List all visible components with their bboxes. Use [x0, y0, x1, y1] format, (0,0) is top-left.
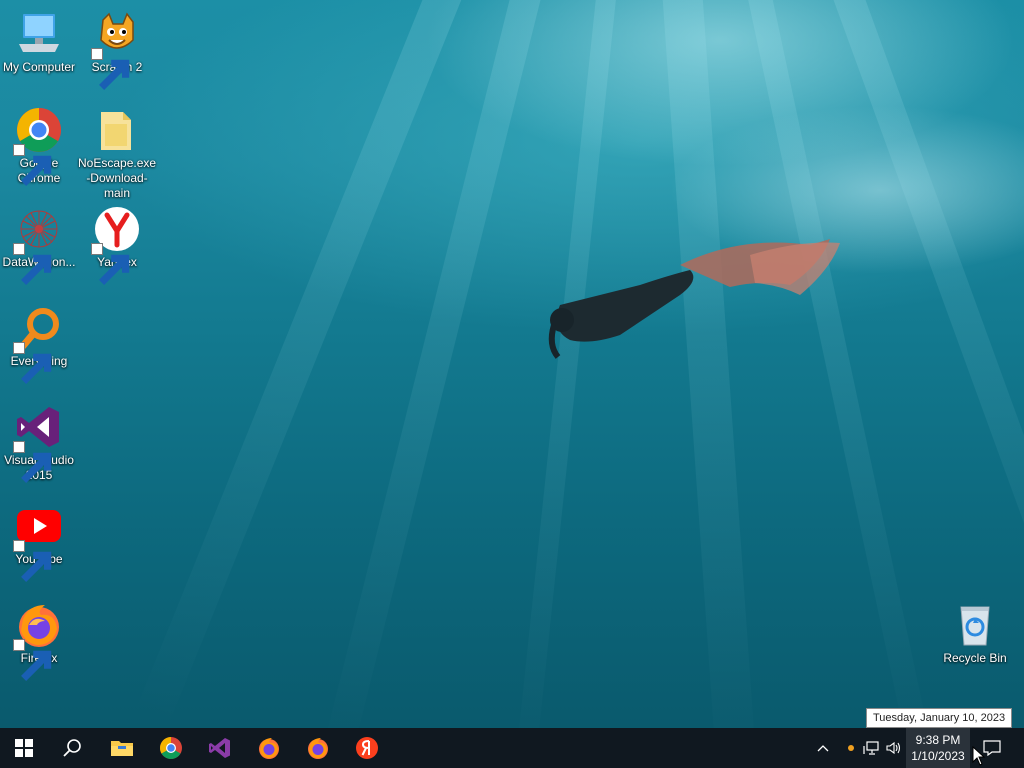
shortcut-arrow-icon	[13, 540, 52, 582]
magnifier-icon	[13, 304, 63, 384]
shortcut-arrow-icon	[91, 48, 130, 90]
recycle-bin-icon	[951, 601, 999, 649]
desktop-icon-yandex[interactable]: Yandex	[78, 205, 156, 285]
taskbar-file-explorer[interactable]	[98, 728, 146, 768]
taskbar: 9:38 PM 1/10/2023	[0, 728, 1024, 768]
computer-icon	[15, 10, 63, 58]
desktop-icon-firefox[interactable]: Firefox	[0, 601, 78, 681]
light-ray	[322, 0, 550, 728]
windows-logo-icon	[15, 739, 33, 757]
desktop-icon-label: Recycle Bin	[943, 651, 1007, 665]
firefox-icon	[308, 738, 328, 759]
network-icon	[863, 741, 879, 755]
desktop-icon-my-computer[interactable]: My Computer	[0, 10, 78, 75]
desktop-icon-everything[interactable]: Everything	[0, 304, 78, 384]
taskbar-visual-studio[interactable]	[196, 728, 244, 768]
taskbar-chrome[interactable]	[147, 728, 195, 768]
desktop-icon-scratch[interactable]: Scratch 2	[78, 10, 156, 90]
youtube-icon	[13, 502, 63, 582]
firefox-icon	[13, 601, 63, 681]
taskbar-firefox[interactable]	[245, 728, 293, 768]
shortcut-arrow-icon	[91, 243, 130, 285]
file-explorer-icon	[111, 741, 133, 756]
desktop-icon-visual-studio[interactable]: Visual Studio 2015	[0, 403, 78, 483]
taskbar-clock[interactable]: 9:38 PM 1/10/2023	[906, 728, 970, 768]
datawagon-icon	[13, 205, 63, 285]
freediver-image	[548, 239, 840, 359]
shortcut-arrow-icon	[13, 144, 52, 186]
clock-time: 9:38 PM	[915, 733, 961, 747]
tray-network[interactable]	[860, 728, 882, 768]
chrome-icon	[13, 106, 63, 186]
desktop-icon-noescape-folder[interactable]: NoEscape.exe -Download-main	[78, 106, 156, 201]
chrome-icon	[160, 737, 182, 759]
shortcut-arrow-icon	[13, 441, 52, 483]
shortcut-arrow-icon	[13, 342, 52, 384]
tray-volume[interactable]	[883, 728, 905, 768]
desktop-icon-datawagon[interactable]: DataWagon...	[0, 205, 78, 285]
orange-dot-icon	[848, 745, 854, 751]
yandex-icon	[356, 737, 378, 759]
taskbar-firefox-2[interactable]	[294, 728, 342, 768]
desktop-background[interactable]: My Computer Scratch 2 Google Chrome NoEs…	[0, 0, 1024, 728]
desktop-icon-recycle-bin[interactable]: Recycle Bin	[936, 601, 1014, 666]
desktop-icon-chrome[interactable]: Google Chrome	[0, 106, 78, 186]
tray-notification-dot[interactable]	[845, 728, 857, 768]
desktop-icon-label: My Computer	[2, 60, 76, 74]
yandex-icon	[91, 205, 141, 285]
desktop-icon-label: NoEscape.exe -Download-main	[78, 156, 157, 200]
firefox-icon	[259, 738, 279, 759]
scratch-cat-icon	[91, 10, 141, 90]
folder-icon	[93, 106, 141, 154]
mouse-cursor-icon	[972, 746, 986, 766]
date-tooltip: Tuesday, January 10, 2023	[866, 708, 1013, 728]
clock-date: 1/10/2023	[911, 749, 965, 763]
visual-studio-icon	[209, 738, 230, 758]
start-button[interactable]	[0, 728, 48, 768]
taskbar-yandex[interactable]	[343, 728, 391, 768]
visual-studio-icon	[13, 403, 63, 483]
shortcut-arrow-icon	[13, 243, 52, 285]
shortcut-arrow-icon	[13, 639, 52, 681]
show-hidden-icons-button[interactable]	[812, 728, 834, 768]
search-icon	[63, 739, 81, 757]
desktop-icon-youtube[interactable]: YouTube	[0, 502, 78, 582]
speaker-icon	[886, 741, 901, 755]
search-button[interactable]	[48, 728, 96, 768]
chevron-up-icon	[817, 745, 829, 752]
